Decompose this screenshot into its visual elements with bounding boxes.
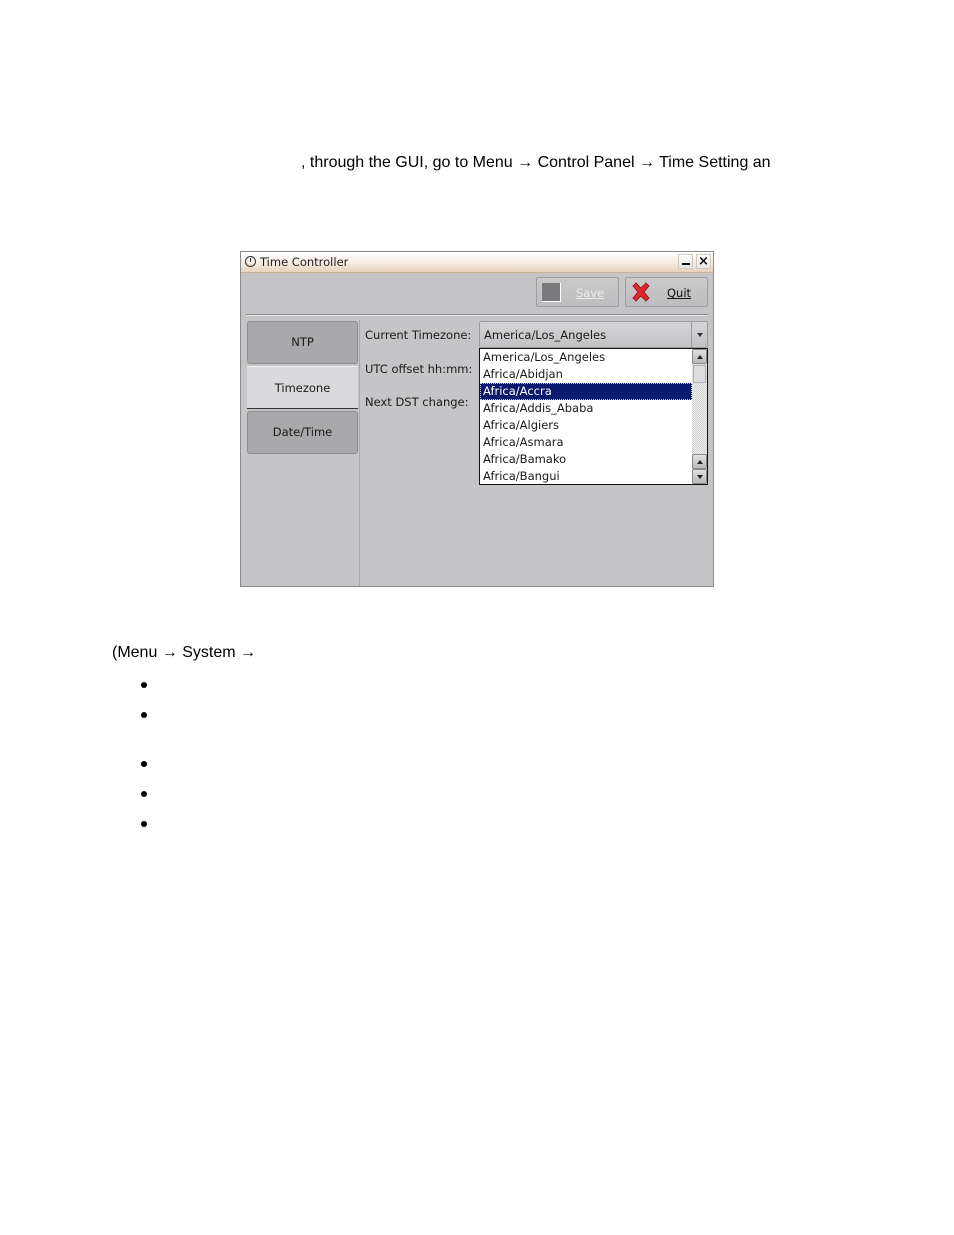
scroll-down-button[interactable]: [692, 469, 707, 484]
side-tabs: NTP Timezone Date/Time: [246, 320, 360, 586]
intro-text: , through the GUI, go to Menu → Control …: [301, 154, 771, 171]
bullet-point: [141, 682, 147, 688]
bullet-point: [141, 791, 147, 797]
clock-icon: [245, 256, 256, 267]
time-controller-window: Time Controller × Save Quit NTP Timezone…: [240, 251, 714, 587]
dropdown-item[interactable]: Africa/Bangui: [480, 468, 692, 484]
dropdown-item-selected[interactable]: Africa/Accra: [480, 383, 692, 400]
next-dst-label: Next DST change:: [365, 395, 469, 409]
timezone-combobox[interactable]: America/Los_Angeles: [479, 321, 708, 348]
bullet-point: [141, 821, 147, 827]
dropdown-item[interactable]: America/Los_Angeles: [480, 349, 692, 366]
save-icon: [542, 283, 561, 302]
timezone-combobox-value: America/Los_Angeles: [484, 328, 607, 342]
toolbar-separator: [246, 314, 708, 316]
dropdown-item[interactable]: Africa/Bamako: [480, 451, 692, 468]
red-x-icon: [632, 282, 650, 302]
bullet-point: [141, 712, 147, 718]
quit-label: Quit: [667, 286, 692, 300]
minimize-button[interactable]: [678, 254, 693, 269]
current-timezone-label: Current Timezone:: [365, 328, 472, 342]
tab-timezone[interactable]: Timezone: [247, 366, 358, 409]
window-title: Time Controller: [260, 255, 349, 269]
scrollbar-thumb[interactable]: [693, 365, 706, 383]
utc-offset-label: UTC offset hh:mm:: [365, 362, 473, 376]
chevron-down-icon: [697, 333, 703, 337]
bullet-point: [141, 761, 147, 767]
scroll-up-button-secondary[interactable]: [692, 454, 707, 469]
timezone-dropdown-list[interactable]: America/Los_Angeles Africa/Abidjan Afric…: [479, 348, 708, 485]
dropdown-scrollbar[interactable]: [692, 349, 707, 484]
save-button[interactable]: Save: [536, 277, 619, 307]
save-label: Save: [576, 286, 605, 300]
scroll-up-button[interactable]: [692, 349, 707, 364]
menu-path-text: (Menu → System →: [112, 644, 257, 661]
quit-button[interactable]: Quit: [625, 277, 708, 307]
dropdown-item[interactable]: Africa/Asmara: [480, 434, 692, 451]
tab-date-time[interactable]: Date/Time: [247, 411, 358, 454]
title-bar[interactable]: Time Controller ×: [241, 252, 713, 273]
dropdown-item[interactable]: Africa/Addis_Ababa: [480, 400, 692, 417]
dropdown-item[interactable]: Africa/Abidjan: [480, 366, 692, 383]
combobox-dropdown-button[interactable]: [691, 322, 707, 347]
close-button[interactable]: ×: [696, 254, 711, 269]
tab-ntp[interactable]: NTP: [247, 321, 358, 364]
close-icon: ×: [698, 254, 709, 269]
dropdown-item[interactable]: Africa/Algiers: [480, 417, 692, 434]
